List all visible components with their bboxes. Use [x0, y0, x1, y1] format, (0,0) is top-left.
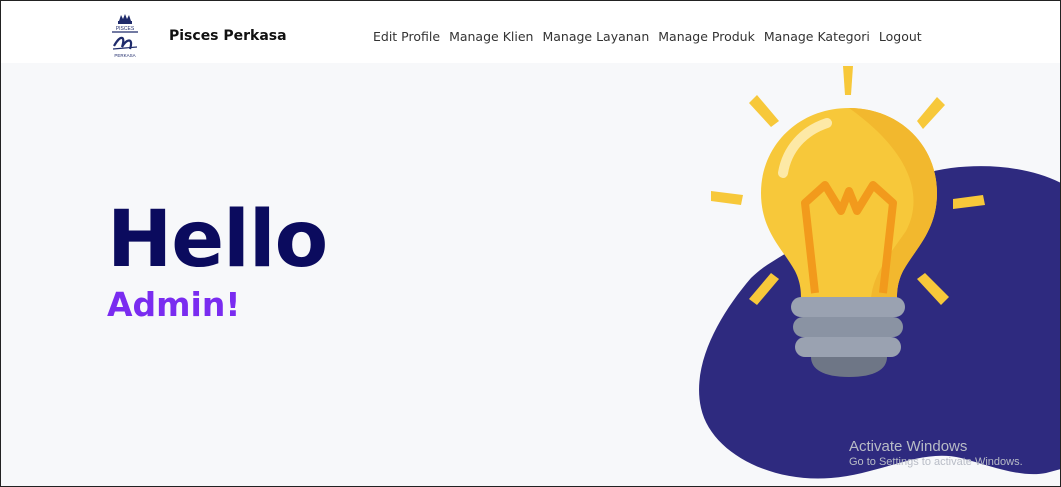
app-window: PISCES PERKASA Pisces Perkasa Edit Profi…: [0, 0, 1061, 487]
hero-title: Hello: [107, 195, 328, 285]
brand-name[interactable]: Pisces Perkasa: [169, 28, 287, 44]
brand-logo-icon[interactable]: PISCES PERKASA: [108, 13, 142, 59]
watermark-title: Activate Windows: [849, 438, 968, 455]
navbar: PISCES PERKASA Pisces Perkasa Edit Profi…: [1, 1, 1060, 63]
nav-menu: Edit Profile Manage Klien Manage Layanan…: [373, 29, 931, 44]
activate-windows-watermark: Activate Windows Go to Settings to activ…: [849, 438, 1023, 468]
nav-manage-kategori[interactable]: Manage Kategori: [764, 29, 870, 44]
nav-logout[interactable]: Logout: [879, 29, 922, 44]
watermark-subtitle: Go to Settings to activate Windows.: [849, 456, 1023, 468]
nav-manage-produk[interactable]: Manage Produk: [658, 29, 755, 44]
hero-subtitle: Admin!: [107, 285, 241, 324]
nav-edit-profile[interactable]: Edit Profile: [373, 29, 440, 44]
logo-text-bottom: PERKASA: [114, 53, 135, 58]
lightbulb-illustration-icon: [699, 66, 1060, 479]
nav-manage-klien[interactable]: Manage Klien: [449, 29, 533, 44]
logo-text-top: PISCES: [116, 26, 135, 32]
nav-manage-layanan[interactable]: Manage Layanan: [542, 29, 649, 44]
